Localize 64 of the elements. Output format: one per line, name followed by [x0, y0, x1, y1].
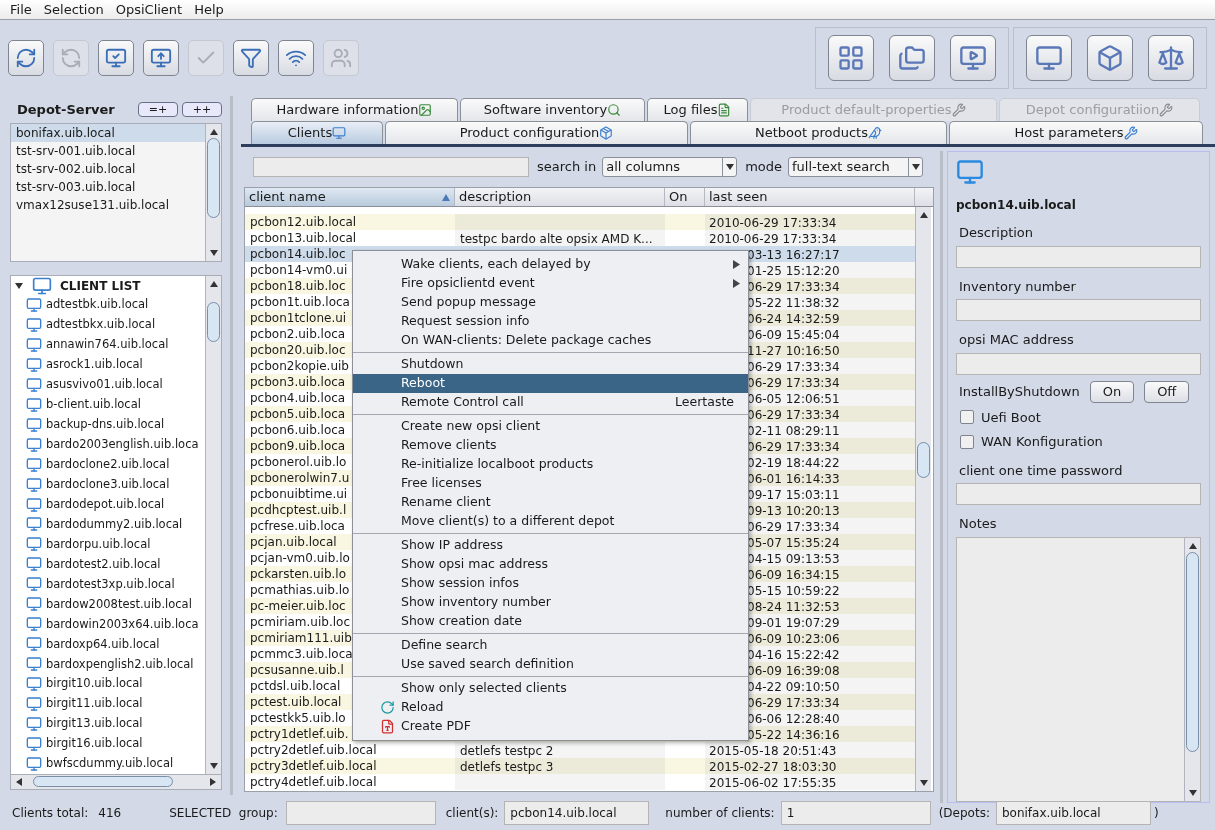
table-cell-text: pcmathias.uib.lo	[250, 582, 350, 599]
table-cell-text: pctestkk5.uib.lo	[250, 710, 346, 727]
search-label: search in	[537, 158, 597, 177]
table-cell: 2015-05-18 20:51:43	[705, 742, 915, 758]
table-cell: 2010-06-29 17:33:34	[705, 214, 915, 230]
table-cell: 2015-06-02 17:55:35	[705, 774, 915, 790]
table-cell-text: pcjan.uib.local	[250, 534, 337, 551]
table-cell-text: pcbon12.uib.local	[250, 214, 357, 231]
table-cell-text: pctest.uib.local	[250, 694, 342, 711]
table-cell-text: pcbonerolwin7.u	[250, 470, 350, 487]
table-cell-text: pctry4detlef.uib.local	[250, 774, 377, 791]
table-cell-text: pctry1detlef.uib.	[250, 726, 349, 743]
table-cell-text: pc-meier.uib.loc	[250, 598, 346, 615]
table-cell-text: pcmmc3.uib.loca	[250, 646, 353, 663]
table-cell-text: pcbon4.uib.loca	[250, 390, 346, 407]
field-label: InstallByShutdown	[959, 382, 1080, 401]
table-cell: 2010-06-29 17:33:34	[705, 230, 915, 246]
table-cell-text: pcdhcptest.uib.l	[250, 502, 347, 519]
table-cell-text: pcbon1t.uib.loca	[250, 294, 350, 311]
table-cell-text: pcsusanne.uib.l	[250, 662, 344, 679]
table-cell-text: pcbon2.uib.loca	[250, 326, 346, 343]
status-label: (Depots:	[938, 804, 990, 822]
table-cell-text: pcbon2kopie.uib	[250, 358, 349, 375]
field-label: opsi MAC address	[959, 331, 1075, 349]
checkbox-label: Uefi Boot	[981, 408, 1041, 427]
table-cell-text: pctry2detlef.uib.local	[250, 742, 377, 759]
table-cell-text: pcfrese.uib.loca	[250, 518, 345, 535]
table-cell-text: pcbon13.uib.local	[250, 230, 357, 247]
shortcut-label: Leertaste	[675, 393, 734, 412]
table-cell-text: pcbon3.uib.loca	[250, 374, 346, 391]
table-cell-text: pcbon18.uib.loc	[250, 278, 346, 295]
field-label: Inventory number	[959, 277, 1077, 296]
client-name: pcbon14.uib.local	[956, 197, 1077, 214]
table-cell-text: pcmiriam111.uib	[250, 630, 352, 647]
checkbox-label: WAN Konfiguration	[981, 433, 1103, 451]
table-cell-text: pckarsten.uib.lo	[250, 566, 347, 583]
table-cell: detlefs testpc 2	[455, 742, 665, 758]
table-cell-text: pcjan-vm0.uib.lo	[250, 550, 350, 567]
field-label: Notes	[959, 515, 998, 533]
mode-label: mode	[745, 158, 783, 177]
status-label: number of clients:	[665, 804, 775, 822]
table-cell-text: pcbon6.uib.loca	[250, 422, 346, 439]
status-value: 416	[98, 804, 122, 822]
table-cell-text: pcbonerol.uib.lo	[250, 454, 347, 471]
table-cell: testpc bardo alte opsix AMD K...	[455, 230, 665, 246]
status-label: client(s):	[445, 804, 499, 822]
table-cell-text: pctdsl.uib.local	[250, 678, 341, 695]
panel-title: Depot-Server	[17, 100, 115, 119]
field-label: client one time password	[959, 461, 1124, 480]
status-label: )	[1153, 804, 1159, 822]
table-cell-text: pcbon20.uib.loc	[250, 342, 346, 359]
table-cell-text: pcbon14.uib.loc	[250, 246, 346, 263]
table-cell: 2015-02-27 18:03:30	[705, 758, 915, 774]
status-label: SELECTED group:	[169, 804, 278, 822]
table-cell: detlefs testpc 3	[455, 758, 665, 774]
table-cell-text: pctry3detlef.uib.local	[250, 758, 377, 775]
table-cell-text: pcbonuibtime.ui	[250, 486, 348, 503]
table-cell-text: pcbon14-vm0.ui	[250, 262, 348, 279]
table-cell-text: pcmiriam.uib.loc	[250, 614, 350, 631]
status-label: Clients total:	[12, 804, 89, 822]
field-label: Description	[959, 224, 1035, 242]
table-cell-text: pcbon5.uib.loca	[250, 406, 346, 423]
table-cell-text: pcbon9.uib.loca	[250, 438, 346, 455]
table-cell-text: pcbon1tclone.ui	[250, 310, 347, 327]
